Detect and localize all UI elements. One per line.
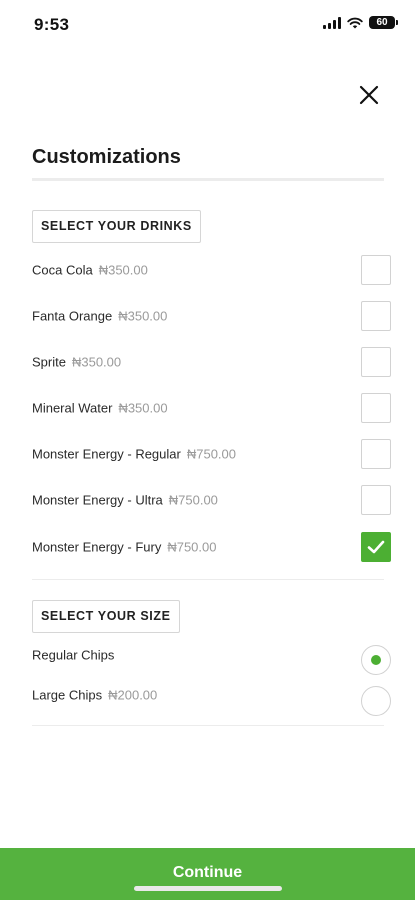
page-title: Customizations xyxy=(32,146,181,168)
continue-button[interactable]: Continue xyxy=(0,848,415,900)
close-icon xyxy=(359,85,379,105)
size-option-regular-chips[interactable]: Regular Chips xyxy=(0,637,415,683)
select-size-button[interactable]: SELECT YOUR SIZE xyxy=(32,600,180,633)
option-name: Sprite xyxy=(32,354,66,370)
section-divider xyxy=(32,725,384,726)
section-divider xyxy=(32,579,384,580)
drink-option-sprite[interactable]: Sprite ₦350.00 xyxy=(0,339,415,385)
drink-option-monster-regular[interactable]: Monster Energy - Regular ₦750.00 xyxy=(0,431,415,477)
option-name: Mineral Water xyxy=(32,400,113,416)
option-price: ₦350.00 xyxy=(118,400,168,416)
home-indicator xyxy=(134,886,282,891)
option-price: ₦350.00 xyxy=(98,262,148,278)
select-drinks-button[interactable]: SELECT YOUR DRINKS xyxy=(32,210,201,243)
status-icons: 60 xyxy=(323,16,398,29)
drink-checkbox[interactable] xyxy=(361,439,391,469)
option-name: Regular Chips xyxy=(32,647,115,663)
drink-checkbox[interactable] xyxy=(361,393,391,423)
drink-checkbox[interactable] xyxy=(361,301,391,331)
cellular-signal-icon xyxy=(323,16,341,29)
size-radio[interactable] xyxy=(361,686,391,716)
option-name: Fanta Orange xyxy=(32,308,113,324)
drink-checkbox-checked[interactable] xyxy=(361,532,391,562)
option-name: Coca Cola xyxy=(32,262,93,278)
battery-icon: 60 xyxy=(369,16,398,29)
option-price: ₦750.00 xyxy=(186,446,236,462)
option-price: ₦350.00 xyxy=(118,308,168,324)
option-name: Monster Energy - Ultra xyxy=(32,492,163,508)
status-bar: 9:53 60 xyxy=(0,0,415,50)
option-name: Monster Energy - Regular xyxy=(32,446,181,462)
option-price: ₦750.00 xyxy=(167,539,217,555)
drink-checkbox[interactable] xyxy=(361,255,391,285)
drink-option-coca-cola[interactable]: Coca Cola ₦350.00 xyxy=(0,247,415,293)
drink-option-fanta-orange[interactable]: Fanta Orange ₦350.00 xyxy=(0,293,415,339)
drink-option-monster-fury[interactable]: Monster Energy - Fury ₦750.00 xyxy=(0,524,415,570)
close-button[interactable] xyxy=(354,80,384,110)
option-name: Large Chips xyxy=(32,687,103,703)
checkmark-icon xyxy=(367,540,385,554)
size-radio-selected[interactable] xyxy=(361,645,391,675)
size-option-large-chips[interactable]: Large Chips ₦200.00 xyxy=(0,678,415,724)
drink-option-monster-ultra[interactable]: Monster Energy - Ultra ₦750.00 xyxy=(0,477,415,523)
drink-checkbox[interactable] xyxy=(361,347,391,377)
option-name: Monster Energy - Fury xyxy=(32,539,162,555)
title-divider xyxy=(32,178,384,181)
drink-option-mineral-water[interactable]: Mineral Water ₦350.00 xyxy=(0,385,415,431)
wifi-icon xyxy=(347,17,363,29)
option-price: ₦200.00 xyxy=(108,687,158,703)
option-price: ₦350.00 xyxy=(71,354,122,370)
drink-checkbox[interactable] xyxy=(361,485,391,515)
status-time: 9:53 xyxy=(34,15,70,34)
option-price: ₦750.00 xyxy=(168,492,218,508)
continue-label: Continue xyxy=(172,864,243,881)
